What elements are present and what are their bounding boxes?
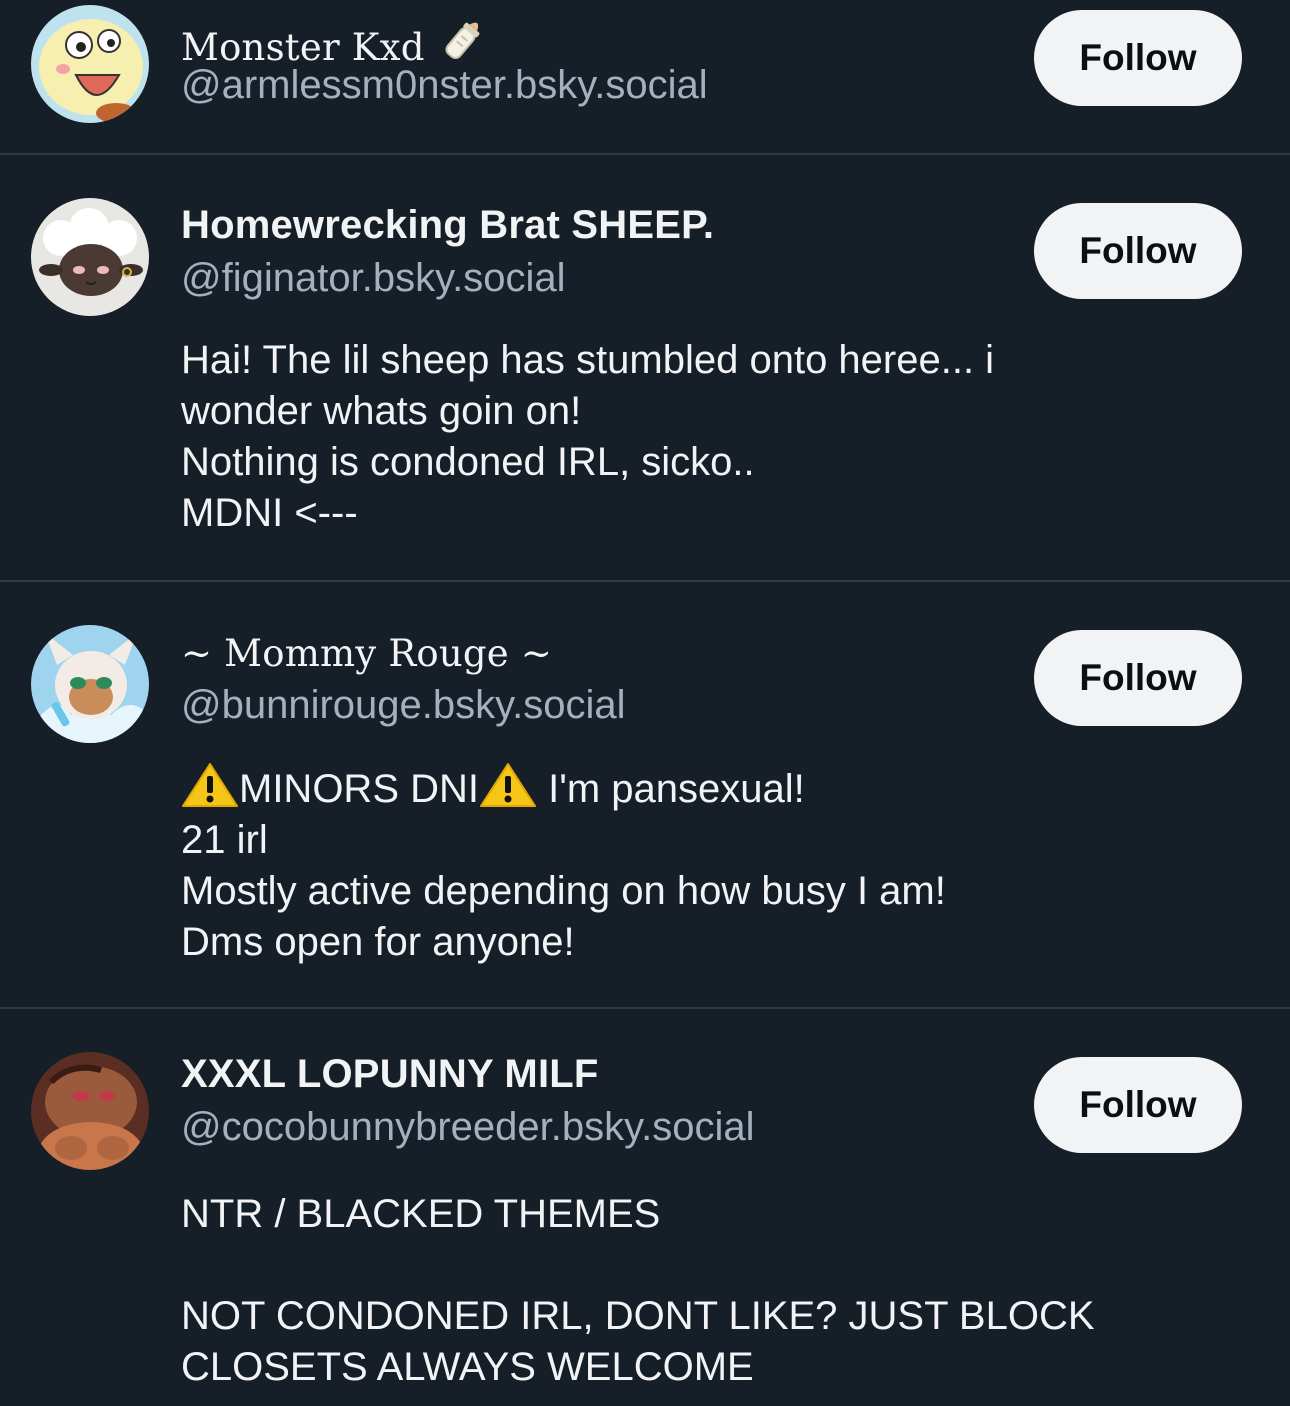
bio-line: Nothing is condoned IRL, sicko..: [181, 440, 755, 484]
follow-button[interactable]: Follow: [1034, 10, 1242, 106]
avatar[interactable]: [31, 5, 149, 123]
bio-line: wonder whats goin on!: [181, 389, 582, 433]
handle: @bunnirouge.bsky.social: [181, 683, 626, 727]
baby-bottle-icon: [437, 14, 489, 66]
bio-text: MINORS DNI: [239, 767, 479, 811]
avatar[interactable]: [31, 625, 149, 743]
bio-line: Dms open for anyone!: [181, 920, 575, 964]
display-name: XXXL LOPUNNY MILF: [181, 1052, 599, 1096]
bio-line: NOT CONDONED IRL, DONT LIKE? JUST BLOCK: [181, 1294, 1095, 1338]
bio-line: Hai! The lil sheep has stumbled onto her…: [181, 338, 995, 382]
profile-row[interactable]: ~ Mommy Rouge ~ @bunnirouge.bsky.social …: [0, 582, 1290, 1009]
follow-button[interactable]: Follow: [1034, 203, 1242, 299]
profile-row[interactable]: XXXL LOPUNNY MILF @cocobunnybreeder.bsky…: [0, 1009, 1290, 1406]
warning-icon: [181, 762, 239, 808]
bio-line: NTR / BLACKED THEMES: [181, 1192, 661, 1236]
handle: @armlessm0nster.bsky.social: [181, 63, 708, 107]
bio-line: MINORS DNI I'm pansexual!: [181, 762, 1181, 815]
bio: MINORS DNI I'm pansexual! 21 irl Mostly …: [181, 762, 1181, 968]
bio-line: MDNI <---: [181, 491, 358, 535]
bio-text: I'm pansexual!: [537, 767, 805, 811]
bio-line: [181, 1240, 1181, 1291]
avatar[interactable]: [31, 198, 149, 316]
bio-line: 21 irl: [181, 818, 268, 862]
display-name: ~ Mommy Rouge ~: [181, 632, 552, 675]
display-name-text: ~ Mommy Rouge ~: [181, 632, 553, 675]
handle: @figinator.bsky.social: [181, 256, 566, 300]
follow-button[interactable]: Follow: [1034, 1057, 1242, 1153]
bio: NTR / BLACKED THEMES NOT CONDONED IRL, D…: [181, 1189, 1181, 1393]
handle: @cocobunnybreeder.bsky.social: [181, 1105, 755, 1149]
profile-list: Monster Kxd @armlessm0nster.bsky.social …: [0, 0, 1290, 1406]
follow-button[interactable]: Follow: [1034, 630, 1242, 726]
avatar[interactable]: [31, 1052, 149, 1170]
profile-row[interactable]: Homewrecking Brat SHEEP. @figinator.bsky…: [0, 155, 1290, 582]
warning-icon: [479, 762, 537, 808]
display-name: Monster Kxd: [181, 14, 489, 69]
bio: Hai! The lil sheep has stumbled onto her…: [181, 335, 1181, 539]
display-name: Homewrecking Brat SHEEP.: [181, 203, 715, 247]
bio-line: Mostly active depending on how busy I am…: [181, 869, 946, 913]
profile-row[interactable]: Monster Kxd @armlessm0nster.bsky.social …: [0, 0, 1290, 155]
bio-line: CLOSETS ALWAYS WELCOME: [181, 1345, 754, 1389]
